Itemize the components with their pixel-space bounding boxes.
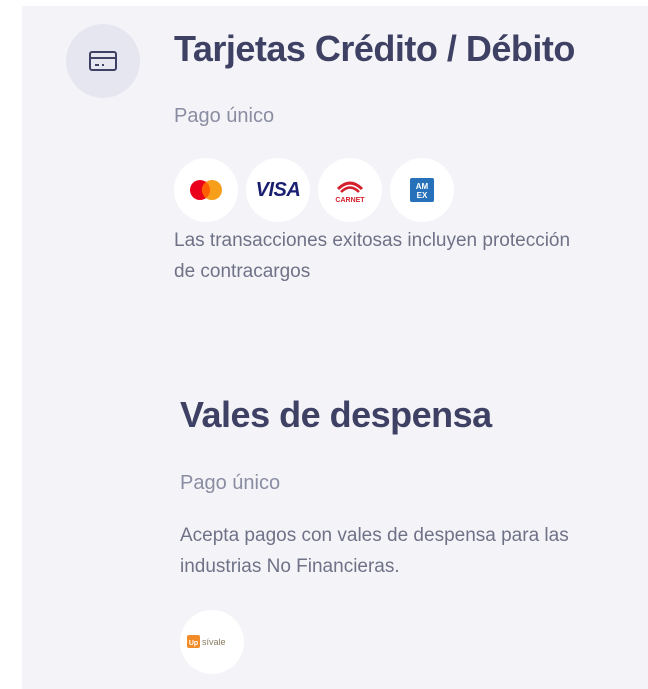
card-brand-logos: VISA CARNET AM EX xyxy=(174,158,454,222)
si-vale-logo: Up sívale xyxy=(180,610,244,674)
amex-logo: AM EX xyxy=(390,158,454,222)
mastercard-logo xyxy=(174,158,238,222)
carnet-logo-text: CARNET xyxy=(335,197,365,204)
visa-logo-text: VISA xyxy=(255,178,301,201)
vales-section-title: Vales de despensa xyxy=(180,394,492,435)
payment-methods-panel: Tarjetas Crédito / Débito Pago único VIS… xyxy=(22,6,648,689)
cards-description: Las transacciones exitosas incluyen prot… xyxy=(174,230,571,282)
svg-text:EX: EX xyxy=(417,191,428,200)
cards-section-subtitle: Pago único xyxy=(174,105,275,127)
visa-logo: VISA xyxy=(246,158,310,222)
carnet-logo: CARNET xyxy=(318,158,382,222)
vales-description: Acepta pagos con vales de despensa para … xyxy=(180,525,569,577)
svg-text:AM: AM xyxy=(416,182,429,191)
svg-text:sívale: sívale xyxy=(202,637,226,647)
cards-section-title: Tarjetas Crédito / Débito xyxy=(174,28,575,69)
svg-text:Up: Up xyxy=(189,640,198,647)
credit-card-icon-circle xyxy=(66,24,140,98)
vales-section-subtitle: Pago único xyxy=(180,472,281,494)
credit-card-icon xyxy=(89,51,117,71)
